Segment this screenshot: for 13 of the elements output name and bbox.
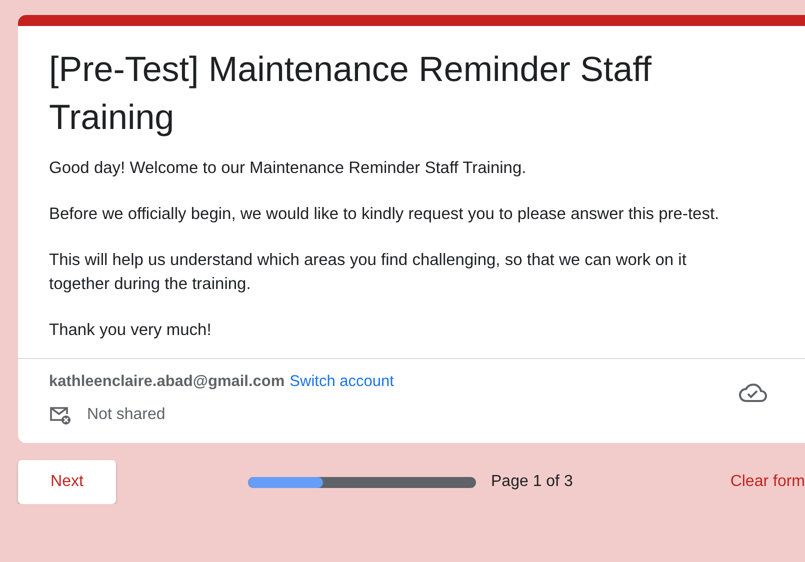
page-indicator: Page 1 of 3 bbox=[491, 473, 573, 491]
account-email: kathleenclaire.abad@gmail.com bbox=[49, 373, 285, 390]
description-paragraph: Before we officially begin, we would like to kindly request you to please answer this pre-test. bbox=[49, 204, 720, 225]
switch-account-link[interactable]: Switch account bbox=[290, 373, 394, 390]
clear-form-button[interactable]: Clear form bbox=[730, 473, 805, 491]
sharing-status: Not shared bbox=[87, 406, 166, 424]
mail-blocked-icon bbox=[49, 405, 71, 425]
description-paragraph: Good day! Welcome to our Maintenance Reminder Staff Training. bbox=[49, 158, 528, 179]
form-title: [Pre-Test] Maintenance Reminder Staff Training bbox=[49, 49, 652, 139]
description-paragraph: Thank you very much! bbox=[49, 320, 212, 341]
cloud-check-icon bbox=[738, 381, 768, 403]
description-paragraph: This will help us understand which areas you find challenging, so that we can work on it together during the training. bbox=[49, 250, 688, 295]
next-button[interactable]: Next bbox=[18, 460, 116, 504]
